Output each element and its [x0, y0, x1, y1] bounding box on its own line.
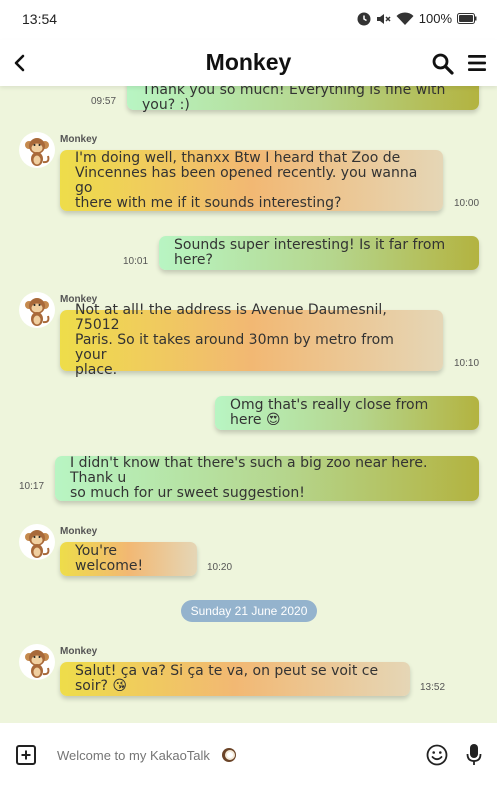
- message-line: Not at all! the address is Avenue Daumes…: [75, 302, 387, 333]
- message-line: so much for ur sweet suggestion!: [70, 485, 305, 501]
- sender-name: Monkey: [60, 526, 98, 537]
- message-bubble-sent[interactable]: Sounds super interesting! Is it far from…: [159, 236, 479, 270]
- message-line: there with me if it sounds interesting?: [75, 194, 342, 211]
- chat-area[interactable]: 09:57 Thank you so much! Everything is f…: [0, 86, 497, 723]
- menu-button[interactable]: [466, 52, 488, 74]
- clock-icon: [357, 12, 371, 25]
- avatar[interactable]: [19, 524, 55, 560]
- wifi-icon: [396, 11, 414, 25]
- search-icon: [432, 53, 454, 75]
- status-indicators: 100%: [357, 11, 477, 26]
- avatar[interactable]: [19, 644, 55, 680]
- battery-icon: [457, 13, 477, 24]
- date-divider: Sunday 21 June 2020: [181, 600, 317, 622]
- emoji-button[interactable]: [426, 744, 448, 766]
- message-time: 10:20: [207, 562, 233, 573]
- mic-icon: [466, 744, 482, 765]
- status-time: 13:54: [22, 11, 58, 27]
- sender-name: Monkey: [60, 646, 98, 657]
- page-title: Monkey: [205, 49, 292, 75]
- monkey-avatar-icon: [25, 650, 50, 678]
- message-bubble-received[interactable]: Salut! ça va? Si ça te va, on peut se vo…: [60, 662, 410, 696]
- message-time: 10:01: [123, 256, 149, 267]
- coconut-icon: [222, 748, 236, 762]
- avatar[interactable]: [19, 132, 55, 168]
- attach-icon: [16, 745, 36, 765]
- message-bubble-received[interactable]: I'm doing well, thanxx Btw I heard that …: [60, 150, 443, 211]
- message-bubble-received[interactable]: You're welcome!: [60, 542, 197, 576]
- message-time: 10:00: [454, 198, 480, 209]
- message-line: Paris. So it takes around 30mn by metro …: [75, 332, 394, 363]
- battery-percent: 100%: [418, 11, 452, 26]
- input-bar: [0, 723, 497, 787]
- emoji-icon: [426, 744, 448, 766]
- monkey-avatar-icon: [25, 298, 50, 326]
- mic-button[interactable]: [466, 743, 482, 767]
- message-time: 09:57: [91, 96, 117, 107]
- message-bubble-received[interactable]: Not at all! the address is Avenue Daumes…: [60, 303, 443, 378]
- message-line: I didn't know that there's such a big zo…: [70, 455, 428, 486]
- avatar[interactable]: [19, 292, 55, 328]
- message-text: Thank you so much! Everything is fine wi…: [142, 86, 446, 113]
- monkey-avatar-icon: [25, 138, 50, 166]
- message-text: You're welcome!: [75, 543, 144, 574]
- message-time: 13:52: [420, 682, 446, 693]
- menu-icon: [468, 55, 486, 71]
- message-line: Vincennes has been opened recently. you …: [75, 164, 418, 196]
- status-bar: 13:54 100%: [0, 0, 497, 40]
- sender-name: Monkey: [60, 134, 98, 145]
- mute-icon: [376, 13, 391, 24]
- search-button[interactable]: [431, 52, 455, 76]
- monkey-avatar-icon: [25, 530, 50, 558]
- chat-header: Monkey: [0, 40, 497, 86]
- message-text: Salut! ça va? Si ça te va, on peut se vo…: [75, 663, 379, 694]
- message-time: 10:10: [454, 358, 480, 369]
- attach-button[interactable]: [15, 744, 37, 766]
- message-text: Omg that's really close from here 😍: [230, 397, 429, 428]
- message-bubble-sent[interactable]: Thank you so much! Everything is fine wi…: [127, 86, 479, 113]
- message-bubble-sent[interactable]: I didn't know that there's such a big zo…: [55, 456, 479, 501]
- message-text: Sounds super interesting! Is it far from…: [174, 237, 446, 268]
- message-line: I'm doing well, thanxx Btw I heard that …: [75, 149, 401, 166]
- message-time: 10:17: [19, 481, 45, 492]
- message-bubble-sent[interactable]: Omg that's really close from here 😍: [215, 396, 479, 430]
- message-line: place.: [75, 362, 118, 378]
